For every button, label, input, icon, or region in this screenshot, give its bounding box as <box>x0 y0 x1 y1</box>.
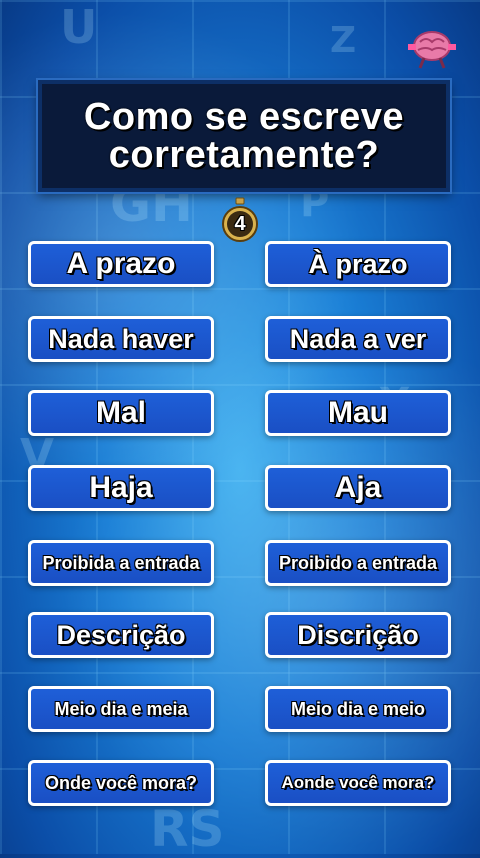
option-left-6[interactable]: Descrição <box>28 612 214 658</box>
option-left-1[interactable]: A prazo <box>28 241 214 287</box>
option-right-8[interactable]: Aonde você mora? <box>265 760 451 806</box>
timer-number: 4 <box>234 213 246 235</box>
option-left-4[interactable]: Haja <box>28 465 214 511</box>
option-right-6[interactable]: Discrição <box>265 612 451 658</box>
option-right-4[interactable]: Aja <box>265 465 451 511</box>
title-line-1: Como se escreve <box>83 96 405 138</box>
option-right-7[interactable]: Meio dia e meio <box>265 686 451 732</box>
option-left-8[interactable]: Onde você mora? <box>28 760 214 806</box>
option-right-2[interactable]: Nada a ver <box>265 316 451 362</box>
brain-mascot-icon <box>408 31 456 69</box>
option-left-7[interactable]: Meio dia e meia <box>28 686 214 732</box>
option-right-3[interactable]: Mau <box>265 390 451 436</box>
option-left-2[interactable]: Nada haver <box>28 316 214 362</box>
option-left-5[interactable]: Proibida a entrada <box>28 540 214 586</box>
option-right-1[interactable]: À prazo <box>265 241 451 287</box>
question-title: Como se escreve corretamente? <box>38 80 450 192</box>
option-left-3[interactable]: Mal <box>28 390 214 436</box>
countdown-timer: 4 <box>221 197 259 243</box>
title-line-2: corretamente? <box>108 134 380 176</box>
option-right-5[interactable]: Proibido a entrada <box>265 540 451 586</box>
